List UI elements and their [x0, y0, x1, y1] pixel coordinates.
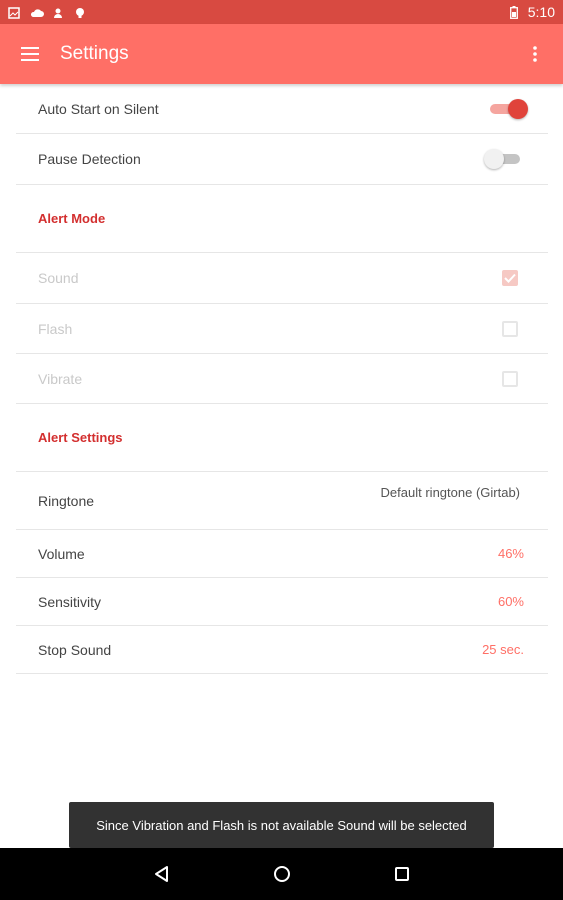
sensitivity-value: 60%: [497, 594, 524, 609]
home-icon[interactable]: [222, 848, 342, 900]
battery-icon: [509, 6, 522, 19]
snackbar-message: Since Vibration and Flash is not availab…: [96, 817, 467, 833]
pause-detection-switch[interactable]: [484, 149, 522, 169]
ringtone-row[interactable]: Ringtone Default ringtone (Girtab): [16, 472, 548, 530]
snackbar: Since Vibration and Flash is not availab…: [69, 802, 494, 848]
check-icon: [504, 273, 516, 283]
back-icon[interactable]: [102, 848, 222, 900]
settings-list: Auto Start on Silent Pause Detection Ale…: [16, 84, 548, 674]
vibrate-checkbox[interactable]: [502, 370, 518, 387]
more-vert-icon[interactable]: [507, 24, 563, 84]
person-icon: [52, 6, 64, 18]
auto-start-row[interactable]: Auto Start on Silent: [16, 84, 548, 134]
cloud-icon: [30, 6, 44, 18]
sound-checkbox[interactable]: [502, 270, 518, 286]
vibrate-row[interactable]: Vibrate: [16, 354, 548, 404]
flash-label: Flash: [38, 320, 73, 337]
stop-sound-label: Stop Sound: [38, 641, 112, 658]
flash-row[interactable]: Flash: [16, 304, 548, 354]
auto-start-switch[interactable]: [488, 98, 528, 119]
stop-sound-row[interactable]: Stop Sound 25 sec.: [16, 626, 548, 674]
page-title: Settings: [60, 43, 129, 64]
sensitivity-label: Sensitivity: [38, 593, 102, 610]
sound-row[interactable]: Sound: [16, 253, 548, 304]
ringtone-value: Default ringtone (Girtab): [380, 485, 520, 500]
lightbulb-icon: [74, 6, 86, 18]
flash-checkbox[interactable]: [502, 320, 518, 337]
volume-value: 46%: [497, 546, 524, 561]
ringtone-label: Ringtone: [38, 492, 95, 509]
vibrate-label: Vibrate: [38, 370, 83, 387]
pause-detection-label: Pause Detection: [38, 151, 141, 167]
volume-label: Volume: [38, 545, 85, 562]
status-bar: 5:10: [0, 0, 563, 24]
app-bar: Settings: [0, 24, 563, 84]
alert-mode-header: Alert Mode: [16, 185, 548, 253]
image-icon: [8, 6, 20, 19]
volume-row[interactable]: Volume 46%: [16, 530, 548, 578]
sensitivity-row[interactable]: Sensitivity 60%: [16, 578, 548, 626]
hamburger-menu-icon[interactable]: [0, 24, 60, 84]
recents-icon[interactable]: [342, 848, 462, 900]
navigation-bar: [0, 848, 563, 900]
alert-settings-header: Alert Settings: [16, 404, 548, 472]
notification-icons: [8, 6, 86, 19]
pause-detection-row[interactable]: Pause Detection: [16, 134, 548, 185]
sound-label: Sound: [38, 270, 79, 286]
auto-start-label: Auto Start on Silent: [38, 100, 159, 117]
clock: 5:10: [527, 4, 555, 20]
stop-sound-value: 25 sec.: [482, 642, 524, 657]
